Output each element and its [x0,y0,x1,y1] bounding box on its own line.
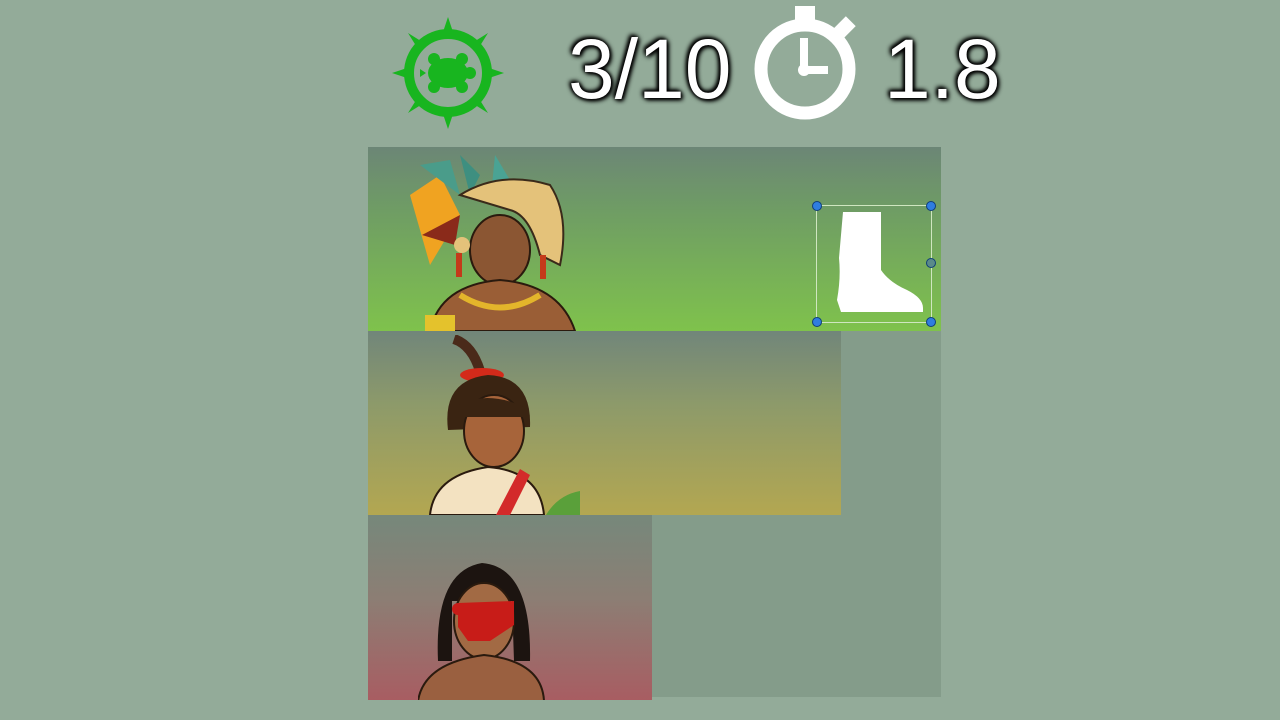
item-drop-target[interactable] [812,201,936,327]
time-value: 1.8 [884,22,1001,116]
turtle-badge-icon [390,15,506,131]
boy-portrait-image [428,335,580,515]
character-panel-painted-man[interactable] [368,515,652,700]
resize-handle[interactable] [812,317,822,327]
boot-silhouette-icon[interactable] [827,208,927,316]
score-counter: 3/10 [568,22,732,116]
empty-slot [652,515,941,697]
resize-handle[interactable] [926,201,936,211]
empty-slot [841,331,941,515]
painted-man-portrait-image [418,563,545,700]
stopwatch-icon [752,4,862,122]
resize-handle[interactable] [926,317,936,327]
character-panel-boy[interactable] [368,331,841,515]
character-panel-warrior[interactable] [368,147,941,331]
warrior-portrait-image [410,155,577,331]
rotate-handle[interactable] [926,258,936,268]
game-board [368,147,941,700]
resize-handle[interactable] [812,201,822,211]
